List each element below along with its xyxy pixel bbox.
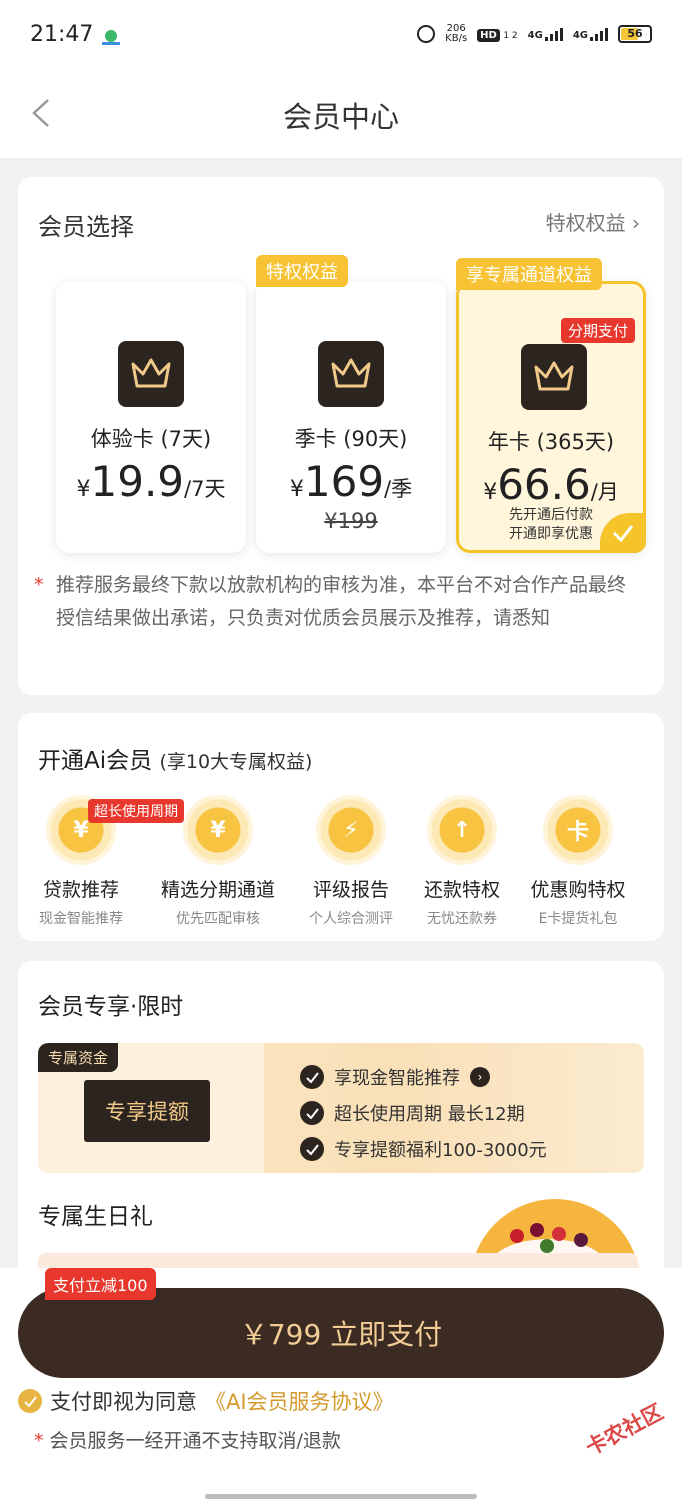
plan-tag: 享专属通道权益 bbox=[456, 258, 602, 290]
crown-icon bbox=[521, 344, 587, 410]
banner-row: 超长使用周期 最长12期 bbox=[300, 1095, 547, 1131]
signal-2: 4G bbox=[573, 27, 608, 41]
net-speed: 206 KB/s bbox=[445, 23, 468, 44]
shield-bolt-icon: ⚡ bbox=[316, 795, 386, 865]
banner-rows: 享现金智能推荐 › 超长使用周期 最长12期 专享提额福利100-3000元 bbox=[300, 1059, 547, 1167]
page-title: 会员中心 bbox=[282, 100, 399, 134]
privilege-link[interactable]: 特权权益 › bbox=[546, 207, 640, 236]
alarm-icon bbox=[417, 25, 436, 43]
banner-label: 专享提额 bbox=[84, 1080, 210, 1142]
benefit-installment-channel[interactable]: ¥ 精选分期通道 优先匹配审核 bbox=[153, 795, 283, 928]
plan-name: 季卡 (90天) bbox=[294, 427, 408, 451]
benefit-repayment[interactable]: ↑ 还款特权 无忧还款券 bbox=[397, 795, 527, 928]
banner-tag: 专属资金 bbox=[38, 1043, 119, 1072]
signal-1: 4G bbox=[528, 27, 563, 41]
section-title: 开通Ai会员 (享10大专属权益) bbox=[38, 748, 313, 774]
banner-row: 专享提额福利100-3000元 bbox=[300, 1131, 547, 1167]
agreement-row[interactable]: 支付即视为同意 《AI会员服务协议》 bbox=[18, 1386, 394, 1416]
plan-tag: 特权权益 bbox=[256, 255, 348, 287]
refund-note: * 会员服务一经开通不支持取消/退款 bbox=[34, 1430, 341, 1452]
sim-card-icon: 卡 bbox=[543, 795, 613, 865]
plan-price: ¥66.6/月 bbox=[483, 460, 619, 509]
ai-member-benefits-card: 开通Ai会员 (享10大专属权益) ¥ 贷款推荐 现金智能推荐 超长使用周期 ¥… bbox=[18, 713, 664, 941]
check-circle-icon bbox=[300, 1065, 324, 1089]
crown-icon bbox=[118, 341, 184, 407]
plan-year-card-selected[interactable]: 享专属通道权益 分期支付 年卡 (365天) ¥66.6/月 先开通后付款 开通即… bbox=[456, 258, 646, 553]
wallet-arrow-icon: ↑ bbox=[427, 795, 497, 865]
signal-bars-icon bbox=[544, 27, 563, 41]
benefit-shopping[interactable]: 卡 优惠购特权 E卡提货礼包 bbox=[513, 795, 643, 928]
plan-price: ¥169/季 bbox=[289, 457, 413, 506]
plan-name: 年卡 (365天) bbox=[487, 430, 615, 454]
home-indicator[interactable] bbox=[205, 1494, 477, 1499]
birthday-gift-title: 专属生日礼 bbox=[38, 1204, 153, 1230]
card-yen-icon: ¥ bbox=[183, 795, 253, 865]
section-title: 会员选择 bbox=[38, 213, 134, 241]
plan-price: ¥19.9/7天 bbox=[76, 457, 226, 506]
section-title: 会员专享·限时 bbox=[38, 994, 184, 1020]
agree-checkbox-icon[interactable] bbox=[18, 1389, 42, 1413]
status-icons: 206 KB/s HD 1 2 4G 4G 56 bbox=[417, 24, 652, 44]
membership-selection-card: 会员选择 特权权益 › 体验卡 (7天) ¥19.9/7天 特权权益 季卡 (9… bbox=[18, 177, 664, 695]
chevron-right-icon: › bbox=[632, 211, 640, 235]
battery-icon: 56 bbox=[618, 25, 652, 43]
member-exclusive-card: 会员专享·限时 专属资金 专享提额 享现金智能推荐 › 超长使用周期 最长12期 … bbox=[18, 961, 664, 1299]
plan-quarter-card[interactable]: 特权权益 季卡 (90天) ¥169/季 ¥199 bbox=[256, 255, 446, 553]
plan-trial-card[interactable]: 体验卡 (7天) ¥19.9/7天 bbox=[56, 281, 246, 553]
disclaimer-notice: * 推荐服务最终下款以放款机构的审核为准，本平台不对合作产品最终授信结果做出承诺，… bbox=[34, 569, 626, 635]
agreement-link[interactable]: 《AI会员服务协议》 bbox=[205, 1386, 394, 1416]
installment-badge: 分期支付 bbox=[560, 318, 635, 343]
hd-indicator: HD 1 2 bbox=[477, 28, 518, 42]
check-circle-icon bbox=[300, 1101, 324, 1125]
pay-now-button[interactable]: ￥799 立即支付 bbox=[18, 1288, 664, 1378]
status-bar: 21:47 206 KB/s HD 1 2 4G 4G 56 bbox=[0, 0, 682, 70]
exclusive-fund-banner[interactable]: 专属资金 专享提额 享现金智能推荐 › 超长使用周期 最长12期 专享提额福利10… bbox=[38, 1043, 644, 1173]
asterisk-icon: * bbox=[34, 574, 44, 596]
banner-row: 享现金智能推荐 › bbox=[300, 1059, 547, 1095]
plan-name: 体验卡 (7天) bbox=[90, 427, 212, 451]
nav-header: 会员中心 bbox=[0, 70, 682, 158]
app-notification-icon bbox=[102, 30, 120, 45]
discount-tag: 支付立减100 bbox=[45, 1268, 156, 1300]
crown-icon bbox=[318, 341, 384, 407]
bottom-pay-bar: 支付立减100 ￥799 立即支付 支付即视为同意 《AI会员服务协议》 * 会员服… bbox=[0, 1268, 682, 1500]
plan-original-price: ¥199 bbox=[324, 509, 378, 533]
check-circle-icon bbox=[300, 1137, 324, 1161]
arrow-right-icon: › bbox=[470, 1067, 490, 1087]
status-time: 21:47 bbox=[30, 22, 94, 47]
signal-bars-icon bbox=[590, 27, 608, 41]
asterisk-icon: * bbox=[34, 1430, 44, 1452]
